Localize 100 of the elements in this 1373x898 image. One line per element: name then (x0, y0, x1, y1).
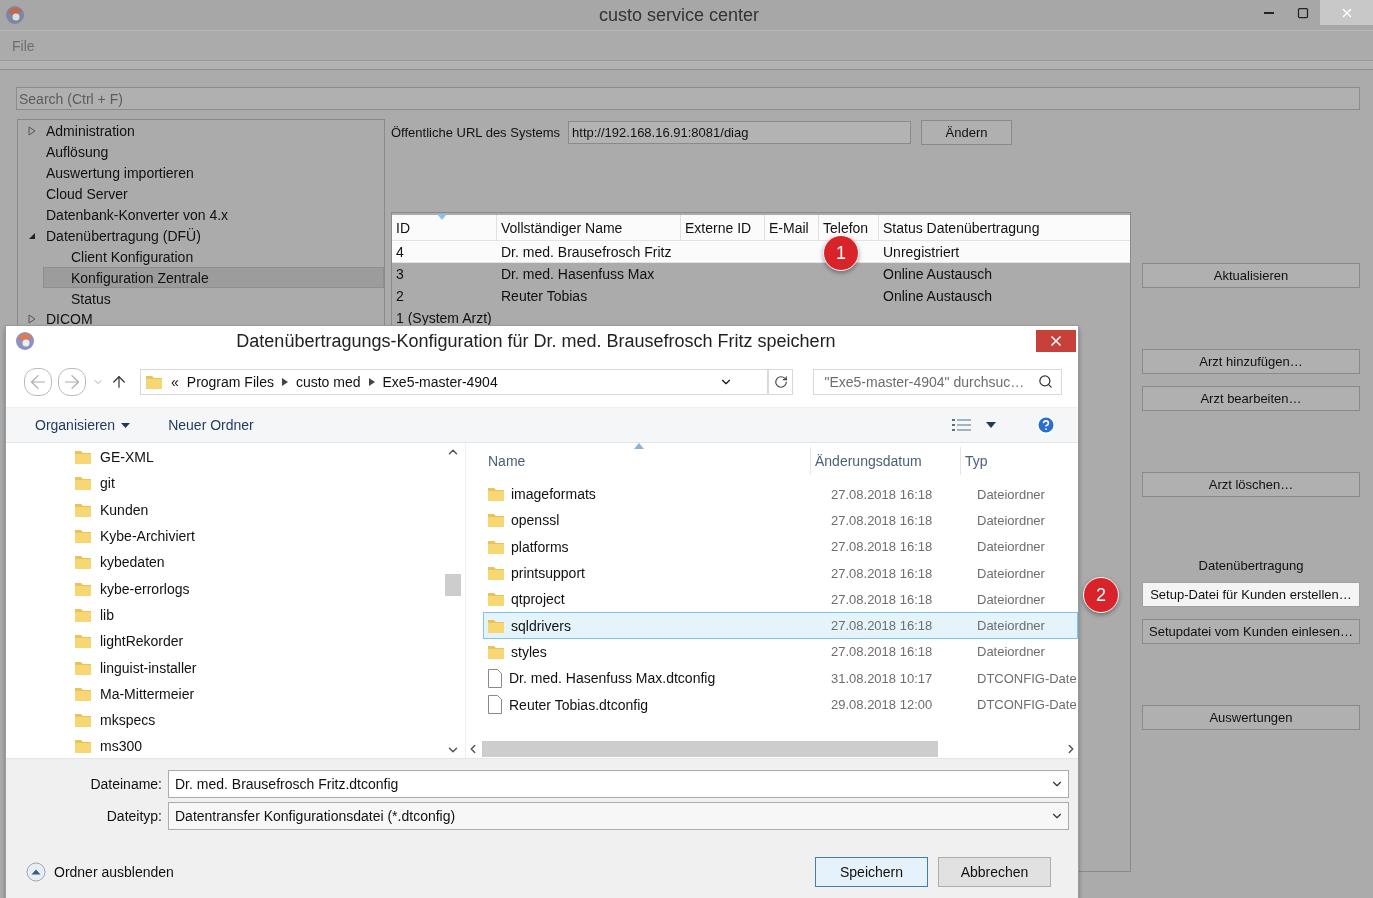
tree-item[interactable]: Client Konfiguration (43, 246, 384, 268)
tree-item[interactable]: Auswertung importieren (18, 162, 384, 184)
field-label: Dateiname: (89, 776, 162, 792)
folder-item[interactable]: kybedaten (12, 549, 444, 576)
change-button[interactable]: Ändern (921, 120, 1013, 145)
filetype-dropdown[interactable]: Datentransfer Konfigurationsdatei (*.dtconfig) (168, 802, 1069, 830)
tree-item[interactable]: DICOM (18, 309, 384, 330)
column-header[interactable]: Vollständiger Name (497, 215, 681, 240)
caret-icon[interactable] (986, 422, 996, 428)
file-date: 27.08.2018 16:18 (831, 565, 934, 581)
file-date: 27.08.2018 16:18 (831, 644, 934, 660)
column-header[interactable]: E-Mail (765, 215, 819, 240)
chevron-icon (281, 377, 288, 386)
breadcrumb-item[interactable]: Exe5-master-4904 (382, 373, 498, 390)
close-button[interactable] (1036, 330, 1076, 352)
file-type: Dateiordner (977, 565, 1046, 581)
url-field[interactable]: http://192.168.16.91:8081/diag (568, 121, 912, 144)
file-icon (487, 668, 503, 688)
field-label: Dateityp: (105, 808, 162, 824)
filename-field[interactable]: Dr. med. Brausefrosch Fritz.dtconfig (168, 770, 1069, 798)
dialog-button[interactable]: Speichern (815, 857, 928, 887)
tree-item[interactable]: Administration (18, 121, 384, 142)
column-header[interactable]: Name (484, 447, 810, 475)
address-bar[interactable]: « Program Files custo med Exe5-master-4904 (140, 368, 768, 395)
file-icon (487, 695, 503, 714)
scrollbar-thumb[interactable] (482, 741, 938, 757)
tree-item[interactable]: Auflösung (18, 141, 384, 163)
file-row[interactable]: printsupport 27.08.2018 16:18 Dateiordner (483, 559, 1078, 587)
action-button[interactable]: Arzt hinzufügen… (1142, 349, 1360, 374)
table-cell-text: Unregistriert (882, 243, 961, 260)
action-button[interactable]: Auswertungen (1142, 705, 1360, 730)
breadcrumb-item[interactable]: Program Files (186, 373, 274, 390)
column-header[interactable]: Status Datenübertragung (879, 215, 1130, 240)
window-title: custo service center (597, 4, 761, 26)
tree-item[interactable]: Datenbank-Konverter von 4.x (18, 204, 384, 226)
selected-tree-item[interactable]: Konfiguration Zentrale (43, 267, 384, 289)
folder-item[interactable]: Kunden (12, 496, 444, 523)
file-name: sqldrivers (511, 617, 571, 634)
action-button[interactable]: Setup-Datei für Kunden erstellen… (1142, 582, 1360, 607)
file-row[interactable]: styles 27.08.2018 16:18 Dateiordner (483, 638, 1078, 666)
scrollbar-thumb[interactable] (445, 574, 461, 596)
tree-item[interactable]: Status (43, 288, 384, 309)
folder-item[interactable]: git (12, 470, 444, 497)
table-cell-text: 1 (System Arzt) (395, 309, 493, 326)
file-date: 27.08.2018 16:18 (831, 618, 934, 634)
file-row[interactable]: platforms 27.08.2018 16:18 Dateiordner (483, 533, 1078, 560)
organize-button[interactable]: Organisieren (35, 417, 131, 433)
folder-item[interactable]: lib (12, 601, 444, 629)
new-folder-button[interactable]: Neuer Ordner (168, 417, 254, 433)
folder-item[interactable]: GE-XML (12, 444, 444, 471)
group-label: Datenübertragung (1197, 558, 1305, 573)
caret-icon (121, 422, 131, 428)
column-header[interactable]: Typ (960, 447, 1078, 475)
hide-folders-button[interactable]: Ordner ausblenden (26, 862, 174, 882)
action-button[interactable]: Arzt löschen… (1142, 472, 1360, 497)
help-icon[interactable] (1036, 415, 1056, 435)
table-cell-text: Dr. med. Brausefrosch Fritz (500, 243, 673, 260)
folder-item[interactable]: Ma-Mittermeier (12, 680, 444, 707)
file-date: 27.08.2018 16:18 (831, 512, 934, 528)
file-date: 27.08.2018 16:18 (831, 486, 934, 502)
folder-item[interactable]: lightRekorder (12, 628, 444, 655)
folder-item[interactable]: ms300 (12, 733, 444, 758)
column-header[interactable]: ID (392, 215, 497, 240)
file-row[interactable]: sqldrivers 27.08.2018 16:18 Dateiordner (483, 612, 1078, 639)
file-row[interactable]: imageformats 27.08.2018 16:18 Dateiordner (483, 481, 1078, 508)
refresh-button[interactable] (767, 368, 794, 395)
file-row[interactable]: openssl 27.08.2018 16:18 Dateiordner (483, 507, 1078, 534)
search-field[interactable]: Search (Ctrl + F) (16, 87, 1360, 110)
file-type: Dateiordner (977, 539, 1046, 555)
folder-item[interactable]: linguist-installer (12, 654, 444, 681)
folder-icon (74, 632, 92, 651)
file-row[interactable]: Dr. med. Hasenfuss Max.dtconfig 31.08.2018 10:17 DTCONFIG-Date (483, 665, 1078, 692)
view-icon[interactable] (952, 418, 972, 432)
folder-item[interactable]: kybe-errorlogs (12, 575, 444, 602)
refresh-icon (773, 374, 788, 389)
folder-item[interactable]: mkspecs (12, 706, 444, 734)
folder-item[interactable]: Kybe-Archiviert (12, 522, 444, 550)
folder-icon (487, 485, 505, 504)
file-type: Dateiordner (977, 618, 1046, 634)
column-header[interactable]: Änderungsdatum (810, 447, 960, 475)
file-type: Dateiordner (977, 486, 1046, 502)
action-button[interactable]: Aktualisieren (1142, 263, 1360, 288)
folder-icon (74, 474, 92, 493)
column-header[interactable]: Externe ID (681, 215, 765, 240)
chevron-icon (368, 377, 375, 386)
file-type: DTCONFIG-Date (977, 670, 1077, 686)
action-button[interactable]: Setupdatei vom Kunden einlesen… (1142, 619, 1360, 644)
file-type: Dateiordner (977, 591, 1046, 607)
table-cell-text: Reuter Tobias (500, 287, 589, 304)
file-row[interactable]: Reuter Tobias.dtconfig 29.08.2018 12:00 DTCONFIG-Date (483, 691, 1078, 718)
dialog-button[interactable]: Abbrechen (938, 857, 1051, 887)
tree-item[interactable]: Datenübertragung (DFÜ) (18, 225, 384, 247)
action-button[interactable]: Arzt bearbeiten… (1142, 386, 1360, 411)
file-name: printsupport (511, 565, 585, 582)
file-type: Dateiordner (977, 512, 1046, 528)
close-icon (1048, 333, 1064, 349)
table-cell-text: 3 (395, 265, 405, 282)
file-row[interactable]: qtproject 27.08.2018 16:18 Dateiordner (483, 586, 1078, 613)
breadcrumb-item[interactable]: custo med (295, 373, 361, 390)
tree-item[interactable]: Cloud Server (18, 183, 384, 205)
